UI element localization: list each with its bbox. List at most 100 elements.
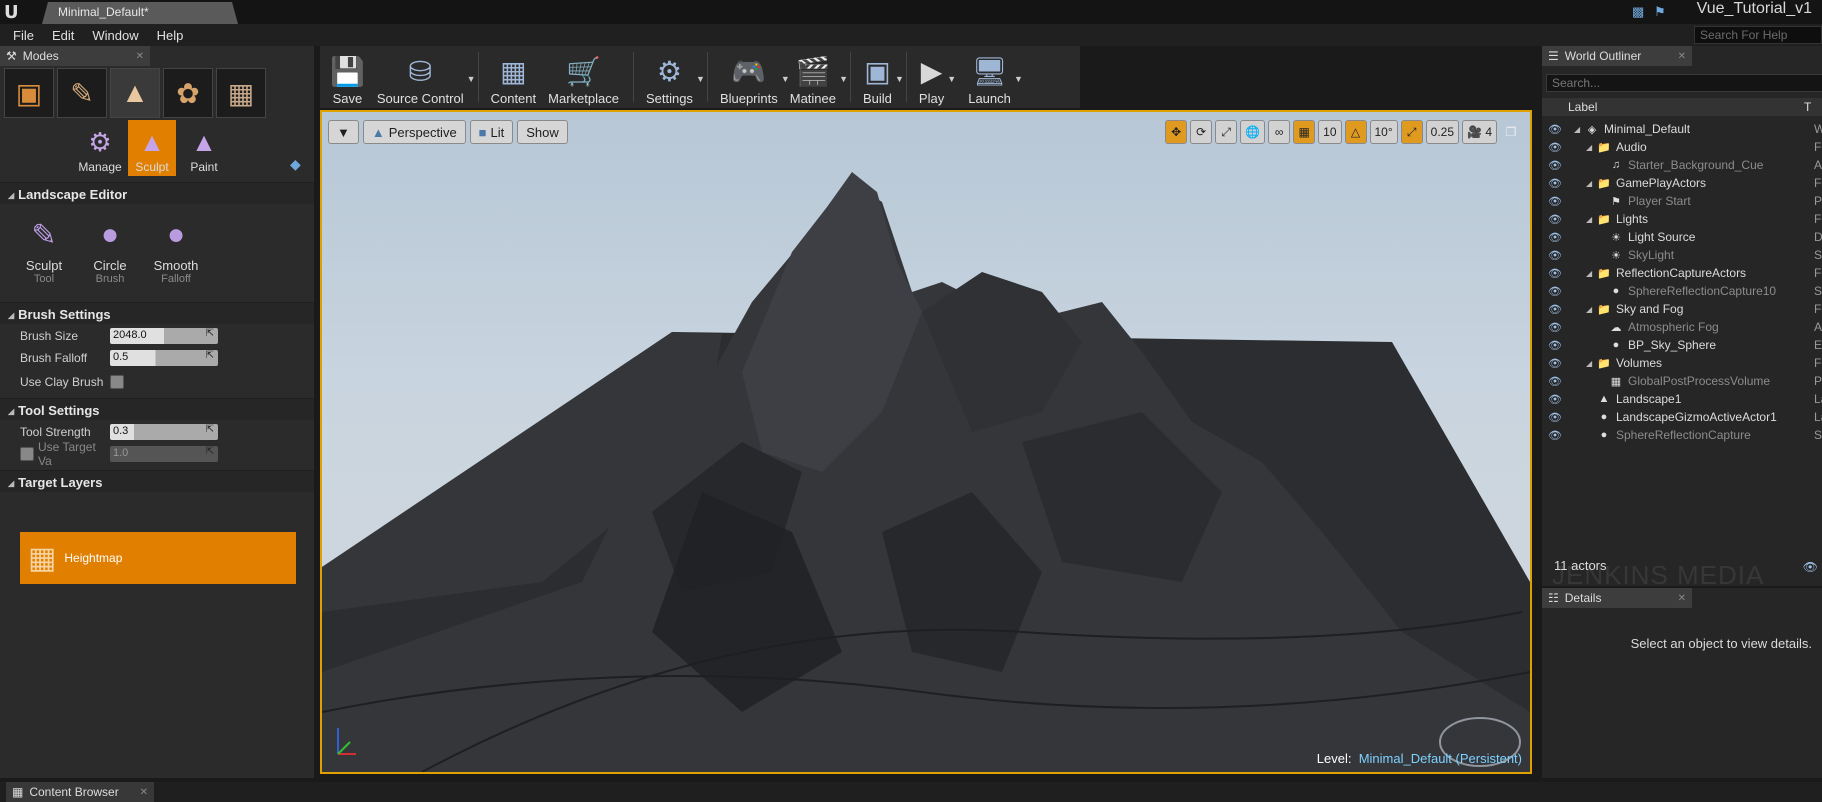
- content-button[interactable]: ▦ Content: [485, 50, 543, 106]
- maximize-icon[interactable]: ❐: [1500, 120, 1522, 144]
- chevron-down-icon[interactable]: ▼: [895, 74, 904, 84]
- surface-snap-icon[interactable]: ∞: [1268, 120, 1291, 144]
- outliner-row[interactable]: 👁 ◢📁 Volumes Fo: [1542, 354, 1822, 372]
- heightmap-layer[interactable]: ▦ Heightmap: [20, 532, 296, 584]
- smooth-falloff-selector[interactable]: ● Smooth Falloff: [152, 218, 200, 285]
- scale-snap-value[interactable]: 0.25: [1425, 120, 1460, 144]
- blueprints-button[interactable]: 🎮 Blueprints ▼: [714, 50, 790, 106]
- outliner-row[interactable]: 👁 ● LandscapeGizmoActiveActor1 La: [1542, 408, 1822, 426]
- save-button[interactable]: 💾 Save: [324, 50, 371, 106]
- chat-icon[interactable]: ▩: [1632, 4, 1648, 19]
- expand-triangle-icon[interactable]: ◢: [1574, 125, 1584, 134]
- menu-edit[interactable]: Edit: [43, 28, 83, 43]
- visibility-eye-icon[interactable]: 👁: [1548, 357, 1562, 370]
- paint-mode-icon[interactable]: ✎: [57, 68, 107, 118]
- type-column-header[interactable]: T: [1804, 100, 1811, 114]
- outliner-row[interactable]: 👁 ☀ Light Source Di: [1542, 228, 1822, 246]
- scale-snap-icon[interactable]: ⤢: [1400, 120, 1423, 144]
- camera-speed-button[interactable]: 🎥 4: [1462, 120, 1497, 144]
- translate-icon[interactable]: ✥: [1165, 120, 1188, 144]
- visibility-eye-icon[interactable]: 👁: [1548, 141, 1562, 154]
- close-icon[interactable]: ✕: [136, 51, 144, 62]
- rotate-icon[interactable]: ⟳: [1190, 120, 1213, 144]
- marketplace-button[interactable]: 🛒 Marketplace: [542, 50, 625, 106]
- help-search-input[interactable]: Search For Help: [1694, 26, 1822, 44]
- outliner-row[interactable]: 👁 ♫ Starter_Background_Cue Ai: [1542, 156, 1822, 174]
- visibility-eye-icon[interactable]: 👁: [1548, 249, 1562, 262]
- expand-triangle-icon[interactable]: ◢: [1586, 143, 1596, 152]
- grid-snap-icon[interactable]: ▦: [1293, 120, 1316, 144]
- outliner-row[interactable]: 👁 ◢📁 Lights Fo: [1542, 210, 1822, 228]
- foliage-mode-icon[interactable]: ✿: [163, 68, 213, 118]
- brush-settings-header[interactable]: Brush Settings: [0, 302, 314, 324]
- chevron-down-icon[interactable]: ▼: [696, 74, 705, 84]
- outliner-row[interactable]: 👁 ☀ SkyLight Sk: [1542, 246, 1822, 264]
- modes-tab[interactable]: ⚒ Modes ✕: [0, 46, 150, 66]
- target-layers-header[interactable]: Target Layers: [0, 470, 314, 492]
- rotation-snap-value[interactable]: 10°: [1369, 120, 1398, 144]
- visibility-eye-icon[interactable]: 👁: [1548, 339, 1562, 352]
- visibility-eye-icon[interactable]: 👁: [1548, 375, 1562, 388]
- visibility-eye-icon[interactable]: 👁: [1548, 177, 1562, 190]
- outliner-row[interactable]: 👁 ▦ GlobalPostProcessVolume Po: [1542, 372, 1822, 390]
- outliner-row[interactable]: 👁 ◢📁 GamePlayActors Fo: [1542, 174, 1822, 192]
- content-browser-tab[interactable]: ▦ Content Browser ✕: [6, 782, 154, 802]
- visibility-eye-icon[interactable]: 👁: [1548, 429, 1562, 442]
- outliner-row[interactable]: 👁 ◢📁 Audio Fo: [1542, 138, 1822, 156]
- level-viewport[interactable]: ▼ ▲ Perspective ■ Lit Show ✥ ⟳ ⤢ 🌐 ∞ ▦ 1…: [320, 110, 1532, 774]
- visibility-eye-icon[interactable]: 👁: [1548, 195, 1562, 208]
- outliner-search-input[interactable]: Search...: [1546, 74, 1822, 92]
- visibility-eye-icon[interactable]: 👁: [1548, 303, 1562, 316]
- menu-window[interactable]: Window: [83, 28, 147, 43]
- source-control-button[interactable]: ⛁ Source Control ▼: [371, 50, 476, 106]
- use-clay-checkbox[interactable]: [110, 375, 124, 389]
- visibility-eye-icon[interactable]: 👁: [1548, 213, 1562, 226]
- chevron-down-icon[interactable]: ▼: [467, 74, 476, 84]
- brush-falloff-slider[interactable]: 0.5 ⇱: [110, 350, 218, 366]
- geometry-mode-icon[interactable]: ▦: [216, 68, 266, 118]
- landscape-editor-header[interactable]: Landscape Editor: [0, 182, 314, 204]
- expand-triangle-icon[interactable]: ◢: [1586, 305, 1596, 314]
- visibility-eye-icon[interactable]: 👁: [1548, 231, 1562, 244]
- visibility-eye-icon[interactable]: 👁: [1548, 393, 1562, 406]
- close-icon[interactable]: ✕: [140, 787, 148, 798]
- scale-icon[interactable]: ⤢: [1215, 120, 1238, 144]
- use-target-checkbox[interactable]: [20, 447, 34, 461]
- settings-button[interactable]: ⚙ Settings ▼: [640, 50, 705, 106]
- close-icon[interactable]: ✕: [1678, 51, 1686, 62]
- feedback-icon[interactable]: ⚑: [1654, 4, 1670, 19]
- landscape-mode-icon[interactable]: ▲: [110, 68, 160, 118]
- expand-triangle-icon[interactable]: ◢: [1586, 179, 1596, 188]
- world-local-icon[interactable]: 🌐: [1240, 120, 1266, 144]
- outliner-row[interactable]: 👁 ⚑ Player Start Pl: [1542, 192, 1822, 210]
- label-column-header[interactable]: Label: [1542, 100, 1804, 114]
- place-mode-icon[interactable]: ▣: [4, 68, 54, 118]
- outliner-row[interactable]: 👁 ● BP_Sky_Sphere E: [1542, 336, 1822, 354]
- visibility-eye-icon[interactable]: 👁: [1548, 159, 1562, 172]
- outliner-row[interactable]: 👁 ● SphereReflectionCapture Sp: [1542, 426, 1822, 444]
- landscape-settings-icon[interactable]: ◆: [290, 156, 301, 173]
- visibility-eye-icon[interactable]: 👁: [1548, 321, 1562, 334]
- tool-settings-header[interactable]: Tool Settings: [0, 398, 314, 420]
- visibility-eye-icon[interactable]: 👁: [1548, 411, 1562, 424]
- unreal-logo-icon[interactable]: U: [4, 2, 24, 23]
- world-outliner-tab[interactable]: ☰ World Outliner ✕: [1542, 46, 1692, 66]
- outliner-row[interactable]: 👁 ◢📁 Sky and Fog Fo: [1542, 300, 1822, 318]
- document-tab[interactable]: Minimal_Default*: [42, 2, 238, 24]
- chevron-down-icon[interactable]: ▼: [1014, 74, 1023, 84]
- outliner-row[interactable]: 👁 ☁ Atmospheric Fog At: [1542, 318, 1822, 336]
- grid-snap-value[interactable]: 10: [1318, 120, 1342, 144]
- view-options-icon[interactable]: 👁: [1803, 560, 1818, 574]
- expand-triangle-icon[interactable]: ◢: [1586, 269, 1596, 278]
- chevron-down-icon[interactable]: ▼: [839, 74, 848, 84]
- outliner-row[interactable]: 👁 ◢📁 ReflectionCaptureActors Fo: [1542, 264, 1822, 282]
- expand-triangle-icon[interactable]: ◢: [1586, 215, 1596, 224]
- lit-button[interactable]: ■ Lit: [469, 120, 514, 144]
- build-button[interactable]: ▣ Build ▼: [857, 50, 904, 106]
- circle-brush-selector[interactable]: ● Circle Brush: [86, 218, 134, 285]
- sculpt-tool-selector[interactable]: ✎ Sculpt Tool: [20, 218, 68, 285]
- viewport-menu-button[interactable]: ▼: [328, 120, 359, 144]
- close-icon[interactable]: ✕: [1678, 593, 1686, 604]
- outliner-row[interactable]: 👁 ▲ Landscape1 La: [1542, 390, 1822, 408]
- visibility-eye-icon[interactable]: 👁: [1548, 123, 1562, 136]
